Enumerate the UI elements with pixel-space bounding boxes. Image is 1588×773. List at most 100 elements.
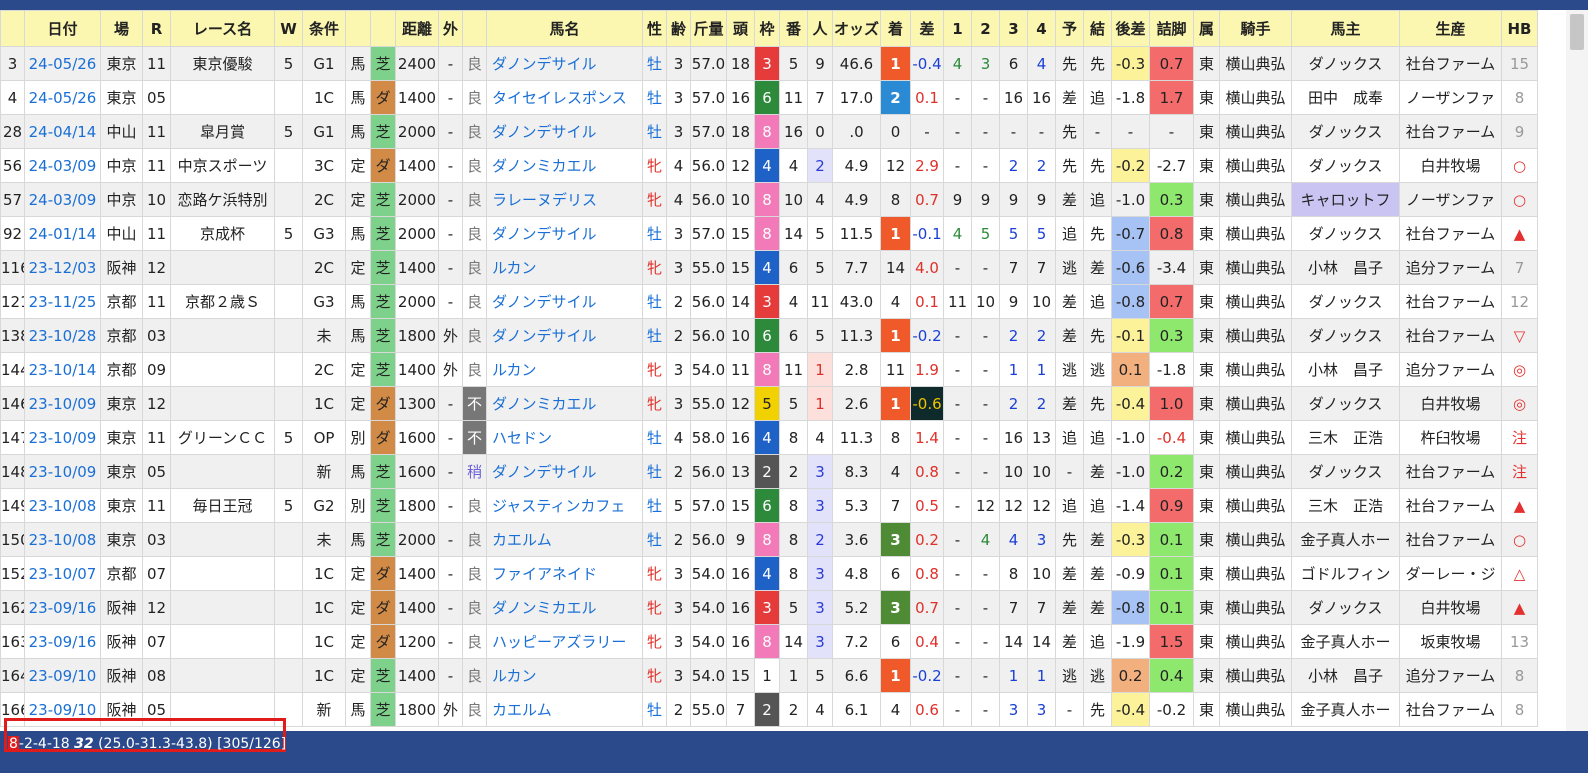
cell-horse[interactable]: ラレーヌデリス xyxy=(486,182,643,217)
header-cell[interactable]: 距離 xyxy=(395,10,439,47)
header-cell[interactable]: 馬主 xyxy=(1291,10,1400,47)
cell-c1: 9 xyxy=(943,182,972,217)
header-cell[interactable]: 属 xyxy=(1193,10,1220,47)
header-cell[interactable]: 外 xyxy=(438,10,463,47)
header-cell[interactable]: 予 xyxy=(1055,10,1084,47)
table-row[interactable]: 15223-10/07京都071C定ダ1400-良ファイアネイド牝354.016… xyxy=(0,556,1538,591)
header-cell[interactable]: オッズ xyxy=(832,10,881,47)
cell-date[interactable]: 24-01/14 xyxy=(24,216,101,251)
header-cell[interactable]: レース名 xyxy=(170,10,275,47)
header-cell[interactable]: 枠 xyxy=(754,10,780,47)
header-cell[interactable]: W xyxy=(274,10,303,47)
table-row[interactable]: 57 24-03/09 中京 10 恋路ケ浜特別 2C 定芝 2000- 良ラレーヌデリス牝 4 5… xyxy=(0,182,1538,217)
header-cell[interactable] xyxy=(0,10,25,47)
header-cell[interactable]: 馬名 xyxy=(486,10,643,47)
table-row[interactable]: 15023-10/08東京03未馬芝2000-良カエルム牡256.098823.… xyxy=(0,522,1538,557)
cell-horse[interactable]: ダノンデサイル xyxy=(486,216,643,251)
cell-date[interactable]: 23-10/07 xyxy=(24,556,101,591)
header-cell[interactable]: 場 xyxy=(100,10,143,47)
table-row[interactable]: 16223-09/16阪神121C定ダ1400-良ダノンミカエル牝354.016… xyxy=(0,590,1538,625)
table-row[interactable]: 16423-09/10阪神081C定芝1400-良ルカン牝354.0151156… xyxy=(0,658,1538,693)
header-cell[interactable]: 条件 xyxy=(302,10,346,47)
cell-date[interactable]: 23-10/08 xyxy=(24,522,101,557)
table-row[interactable]: 4 24-05/26 東京 05 1C 馬ダ 1400- 良タイセイレスポンス牡 3 57.0 16… xyxy=(0,80,1538,115)
cell-horse[interactable]: カエルム xyxy=(486,522,643,557)
header-cell[interactable]: 番 xyxy=(779,10,808,47)
header-cell[interactable]: HB xyxy=(1501,10,1538,47)
table-row[interactable]: 28 24-04/14 中山 11 皐月賞 5 G1 馬芝 2000- 良ダノンデサイル牡 3 57.… xyxy=(0,114,1538,149)
cell-horse[interactable]: ファイアネイド xyxy=(486,556,643,591)
cell-horse[interactable]: ダノンデサイル xyxy=(486,284,643,319)
table-row[interactable]: 14623-10/09東京121C定ダ1300-不ダノンミカエル牝355.012… xyxy=(0,386,1538,421)
cell-horse[interactable]: ルカン xyxy=(486,250,643,285)
table-row[interactable]: 92 24-01/14 中山 11 京成杯 5 G3 馬芝 2000- 良ダノンデサイル牡 3 57.… xyxy=(0,216,1538,251)
cell-date[interactable]: 24-04/14 xyxy=(24,114,101,149)
cell-date[interactable]: 23-11/25 xyxy=(24,284,101,319)
cell-date[interactable]: 23-10/09 xyxy=(24,386,101,421)
header-cell[interactable]: 4 xyxy=(1027,10,1056,47)
header-cell[interactable]: R xyxy=(142,10,171,47)
cell-date[interactable]: 23-09/16 xyxy=(24,590,101,625)
header-cell[interactable]: 結 xyxy=(1083,10,1112,47)
header-cell[interactable]: 2 xyxy=(971,10,1000,47)
cell-horse[interactable]: ハセドン xyxy=(486,420,643,455)
header-cell[interactable]: 後差 xyxy=(1111,10,1150,47)
header-cell[interactable]: 差 xyxy=(910,10,944,47)
cell-date[interactable]: 23-10/09 xyxy=(24,454,101,489)
cell-date[interactable]: 23-10/28 xyxy=(24,318,101,353)
cell-horse[interactable]: ダノンミカエル xyxy=(486,148,643,183)
cell-date[interactable]: 23-09/16 xyxy=(24,624,101,659)
header-cell[interactable]: 着 xyxy=(880,10,911,47)
cell-horse[interactable]: ルカン xyxy=(486,658,643,693)
header-cell[interactable]: 3 xyxy=(999,10,1028,47)
header-cell[interactable]: 人 xyxy=(807,10,833,47)
cell-date[interactable]: 24-05/26 xyxy=(24,80,101,115)
table-row[interactable]: 16323-09/16阪神071C定ダ1200-良ハッピーアズラリー牝354.0… xyxy=(0,624,1538,659)
cell-horse[interactable]: ダノンデサイル xyxy=(486,46,643,81)
cell-horse[interactable]: タイセイレスポンス xyxy=(486,80,643,115)
cell-kg: 57.0 xyxy=(690,216,727,251)
cell-horse[interactable]: ジャスティンカフェ xyxy=(486,488,643,523)
cell-horse[interactable]: カエルム xyxy=(486,692,643,727)
header-cell[interactable] xyxy=(370,10,396,47)
cell-date[interactable]: 23-10/09 xyxy=(24,420,101,455)
table-row[interactable]: 13823-10/28京都03未馬芝1800外良ダノンデサイル牡256.0106… xyxy=(0,318,1538,353)
header-cell[interactable]: 斤量 xyxy=(690,10,727,47)
header-cell[interactable]: 性 xyxy=(642,10,667,47)
table-row[interactable]: 14923-10/08東京11毎日王冠5G2別芝1800-良ジャスティンカフェ牡… xyxy=(0,488,1538,523)
header-cell[interactable] xyxy=(462,10,487,47)
cell-horse[interactable]: ダノンデサイル xyxy=(486,318,643,353)
header-cell[interactable]: 頭 xyxy=(726,10,755,47)
table-row[interactable]: 56 24-03/09 中京 11 中京スポーツ 3C 定ダ 1400- 良ダノンミカエル牝 4 5… xyxy=(0,148,1538,183)
cell-horse[interactable]: ルカン xyxy=(486,352,643,387)
table-row[interactable]: 14423-10/14京都092C定芝1400外良ルカン牝354.0118111… xyxy=(0,352,1538,387)
cell-horse[interactable]: ダノンデサイル xyxy=(486,454,643,489)
header-cell[interactable]: 1 xyxy=(943,10,972,47)
header-cell[interactable]: 詰脚 xyxy=(1149,10,1194,47)
cell-horse[interactable]: ハッピーアズラリー xyxy=(486,624,643,659)
cell-surf: 芝 xyxy=(370,250,396,285)
cell-date[interactable]: 23-12/03 xyxy=(24,250,101,285)
cell-surf: ダ xyxy=(370,624,396,659)
table-row[interactable]: 14723-10/09東京11グリーンＣＣ5OP別ダ1600-不ハセドン牡458… xyxy=(0,420,1538,455)
cell-date[interactable]: 23-10/14 xyxy=(24,352,101,387)
scrollbar-thumb[interactable] xyxy=(1570,14,1584,50)
table-row[interactable]: 11623-12/03阪神122C定芝1400-良ルカン牝355.0154657… xyxy=(0,250,1538,285)
table-row[interactable]: 3 24-05/26 東京 11 東京優駿 5 G1 馬芝 2400- 良ダノンデサイル牡 3 57.… xyxy=(0,46,1538,81)
cell-horse[interactable]: ダノンミカエル xyxy=(486,590,643,625)
table-row[interactable]: 12123-11/25京都11京都２歳ＳG3馬芝2000-良ダノンデサイル牡25… xyxy=(0,284,1538,319)
cell-date[interactable]: 24-03/09 xyxy=(24,182,101,217)
cell-date[interactable]: 23-10/08 xyxy=(24,488,101,523)
vertical-scrollbar[interactable] xyxy=(1566,10,1588,731)
header-cell[interactable]: 日付 xyxy=(24,10,101,47)
cell-date[interactable]: 24-03/09 xyxy=(24,148,101,183)
cell-date[interactable]: 23-09/10 xyxy=(24,658,101,693)
cell-horse[interactable]: ダノンミカエル xyxy=(486,386,643,421)
cell-date[interactable]: 24-05/26 xyxy=(24,46,101,81)
header-cell[interactable]: 騎手 xyxy=(1219,10,1292,47)
header-cell[interactable]: 生産 xyxy=(1399,10,1502,47)
header-cell[interactable]: 齢 xyxy=(666,10,691,47)
cell-horse[interactable]: ダノンデサイル xyxy=(486,114,643,149)
table-row[interactable]: 14823-10/09東京05新馬芝1600-稍ダノンデサイル牡256.0132… xyxy=(0,454,1538,489)
header-cell[interactable] xyxy=(345,10,371,47)
